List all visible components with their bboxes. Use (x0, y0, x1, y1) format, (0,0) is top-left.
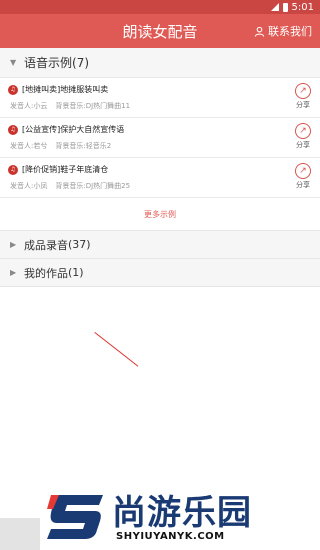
contact-us-label: 联系我们 (268, 25, 312, 38)
sample-title: [地摊叫卖]地摊服装叫卖 (22, 85, 109, 94)
share-arrow-icon: ↗ (295, 123, 311, 139)
app-title: 朗读女配音 (122, 22, 198, 41)
share-label: 分享 (296, 101, 310, 109)
works-section-count: (1) (68, 266, 84, 279)
decorative-line (94, 332, 139, 367)
sample-speaker: 发音人:小云 (10, 102, 48, 110)
status-bar: 5:01 (0, 0, 320, 14)
sample-speaker: 发音人:若兮 (10, 142, 48, 150)
samples-section-header[interactable]: ▼ 语音示例 (7) (0, 48, 320, 78)
music-note-icon: ♫ (8, 124, 18, 135)
sample-music: 背景音乐:DJ热门舞曲11 (55, 102, 131, 110)
sample-title: [降价促销]鞋子年底清仓 (22, 165, 109, 174)
brand-name: 尚游乐园 (112, 493, 252, 533)
collapsed-arrow-icon: ▶ (10, 268, 17, 277)
recordings-section-header[interactable]: ▶ 成品录音 (37) (0, 231, 320, 259)
brand-url: SHYIUYANYK.COM (116, 531, 225, 542)
sample-item[interactable]: ♫ [公益宣传]保护大自然宣传语 发音人:若兮 背景音乐:轻音乐2 ↗ 分享 (0, 118, 320, 158)
samples-section-count: (7) (72, 55, 90, 70)
music-note-icon: ♫ (8, 164, 18, 175)
share-label: 分享 (296, 181, 310, 189)
watermark: 尚游乐园 SHYIUYANYK.COM (0, 483, 320, 550)
sample-music: 背景音乐:轻音乐2 (55, 142, 112, 150)
music-note-icon: ♫ (8, 84, 18, 95)
app-header: 朗读女配音 联系我们 (0, 14, 320, 48)
samples-section-label: 语音示例 (24, 56, 73, 70)
share-button[interactable]: ↗ 分享 (293, 83, 313, 110)
sample-item[interactable]: ♫ [地摊叫卖]地摊服装叫卖 发音人:小云 背景音乐:DJ热门舞曲11 ↗ 分享 (0, 78, 320, 118)
person-icon (254, 26, 265, 37)
signal-icon (270, 3, 279, 11)
share-arrow-icon: ↗ (295, 83, 311, 99)
more-samples-link[interactable]: 更多示例 (0, 198, 320, 231)
works-section-label: 我的作品 (24, 266, 68, 280)
brand-logo-icon (47, 495, 103, 539)
sample-music: 背景音乐:DJ热门舞曲25 (55, 182, 131, 190)
status-time: 5:01 (291, 1, 314, 13)
empty-content-area (0, 287, 320, 457)
sample-speaker: 发音人:小凤 (10, 182, 48, 190)
recordings-section-count: (37) (68, 238, 91, 251)
contact-us-button[interactable]: 联系我们 (254, 14, 312, 48)
gray-block (0, 518, 40, 550)
sample-item[interactable]: ♫ [降价促销]鞋子年底清仓 发音人:小凤 背景音乐:DJ热门舞曲25 ↗ 分享 (0, 158, 320, 198)
battery-icon (282, 2, 288, 12)
expanded-arrow-icon: ▼ (10, 58, 17, 67)
recordings-section-label: 成品录音 (24, 238, 68, 252)
share-label: 分享 (296, 141, 310, 149)
works-section-header[interactable]: ▶ 我的作品 (1) (0, 259, 320, 287)
collapsed-arrow-icon: ▶ (10, 240, 17, 249)
share-arrow-icon: ↗ (295, 163, 311, 179)
share-button[interactable]: ↗ 分享 (293, 163, 313, 190)
sample-title: [公益宣传]保护大自然宣传语 (22, 125, 125, 134)
share-button[interactable]: ↗ 分享 (293, 123, 313, 150)
